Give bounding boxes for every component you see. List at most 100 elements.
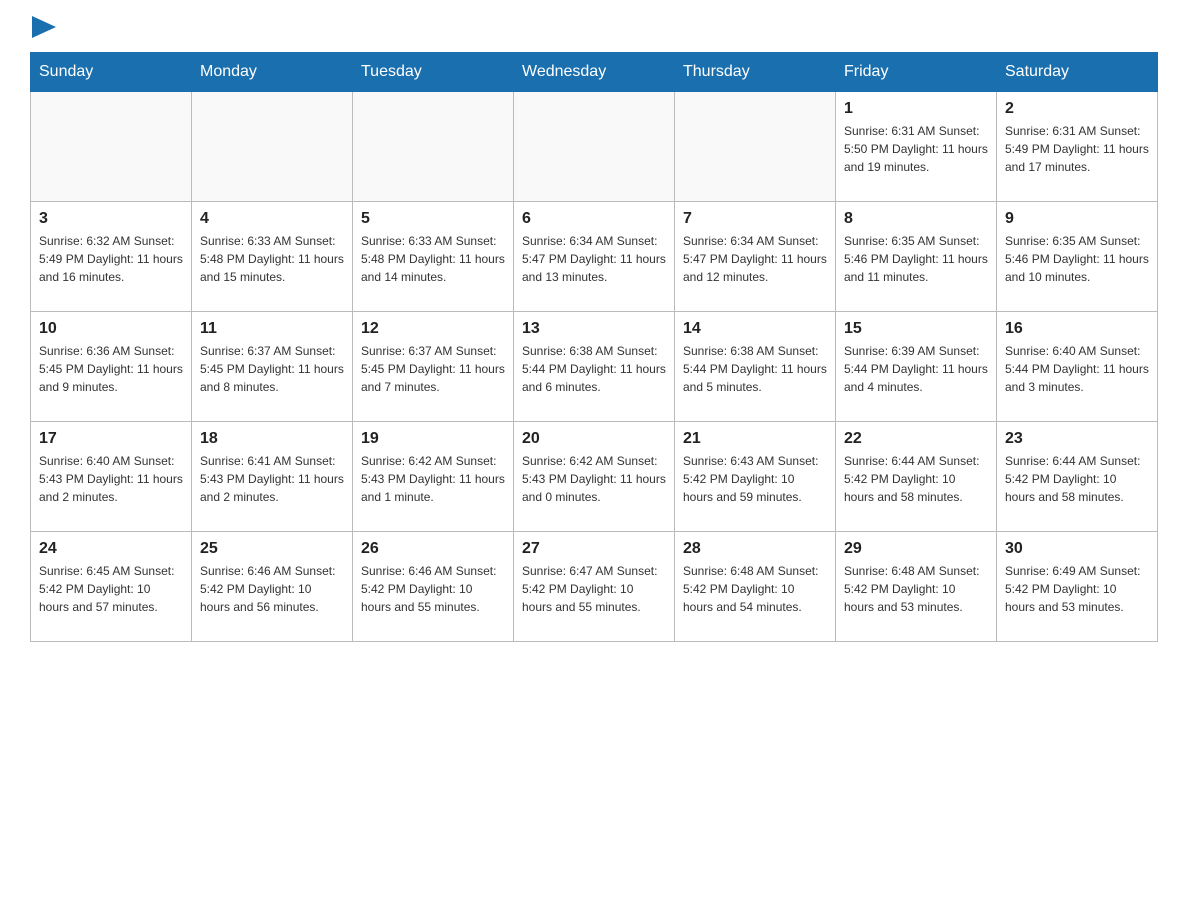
calendar-day-cell: 25Sunrise: 6:46 AM Sunset: 5:42 PM Dayli… xyxy=(192,532,353,642)
day-number: 8 xyxy=(844,210,988,228)
day-of-week-header: Monday xyxy=(192,53,353,92)
day-info: Sunrise: 6:39 AM Sunset: 5:44 PM Dayligh… xyxy=(844,342,988,396)
calendar-week-row: 10Sunrise: 6:36 AM Sunset: 5:45 PM Dayli… xyxy=(31,312,1158,422)
day-number: 4 xyxy=(200,210,344,228)
day-number: 17 xyxy=(39,430,183,448)
day-number: 20 xyxy=(522,430,666,448)
day-info: Sunrise: 6:32 AM Sunset: 5:49 PM Dayligh… xyxy=(39,232,183,286)
day-number: 25 xyxy=(200,540,344,558)
day-number: 30 xyxy=(1005,540,1149,558)
day-info: Sunrise: 6:38 AM Sunset: 5:44 PM Dayligh… xyxy=(522,342,666,396)
day-number: 28 xyxy=(683,540,827,558)
calendar-week-row: 24 Sunrise: 6:45 AM Sunset: 5:42 PM Dayli… xyxy=(31,532,1158,642)
calendar-day-cell: 21 Sunrise: 6:43 AM Sunset: 5:42 PM Dayli… xyxy=(675,422,836,532)
page-header xyxy=(30,20,1158,32)
day-info: Sunrise: 6:49 AM Sunset: 5:42 PM Dayligh… xyxy=(1005,562,1149,616)
day-number: 21 xyxy=(683,430,827,448)
day-number: 9 xyxy=(1005,210,1149,228)
day-info: Sunrise: 6:40 AM Sunset: 5:44 PM Dayligh… xyxy=(1005,342,1149,396)
logo xyxy=(30,20,56,32)
day-info: Sunrise: 6:34 AM Sunset: 5:47 PM Dayligh… xyxy=(522,232,666,286)
calendar-day-cell: 4Sunrise: 6:33 AM Sunset: 5:48 PM Daylig… xyxy=(192,202,353,312)
calendar-day-cell: 22 Sunrise: 6:44 AM Sunset: 5:42 PM Dayli… xyxy=(836,422,997,532)
day-info: Sunrise: 6:42 AM Sunset: 5:43 PM Dayligh… xyxy=(522,452,666,506)
calendar-day-cell: 8 Sunrise: 6:35 AM Sunset: 5:46 PM Daylig… xyxy=(836,202,997,312)
day-number: 12 xyxy=(361,320,505,338)
day-of-week-header: Sunday xyxy=(31,53,192,92)
day-number: 5 xyxy=(361,210,505,228)
day-number: 16 xyxy=(1005,320,1149,338)
day-of-week-header: Friday xyxy=(836,53,997,92)
calendar-week-row: 1Sunrise: 6:31 AM Sunset: 5:50 PM Daylig… xyxy=(31,92,1158,202)
day-info: Sunrise: 6:33 AM Sunset: 5:48 PM Dayligh… xyxy=(361,232,505,286)
day-info: Sunrise: 6:44 AM Sunset: 5:42 PM Dayligh… xyxy=(844,452,988,506)
calendar-day-cell: 5 Sunrise: 6:33 AM Sunset: 5:48 PM Daylig… xyxy=(353,202,514,312)
day-info: Sunrise: 6:38 AM Sunset: 5:44 PM Dayligh… xyxy=(683,342,827,396)
day-info: Sunrise: 6:37 AM Sunset: 5:45 PM Dayligh… xyxy=(361,342,505,396)
day-info: Sunrise: 6:48 AM Sunset: 5:42 PM Dayligh… xyxy=(683,562,827,616)
day-number: 19 xyxy=(361,430,505,448)
day-number: 27 xyxy=(522,540,666,558)
day-number: 11 xyxy=(200,320,344,338)
day-of-week-header: Wednesday xyxy=(514,53,675,92)
calendar-day-cell: 18 Sunrise: 6:41 AM Sunset: 5:43 PM Dayli… xyxy=(192,422,353,532)
calendar-day-cell xyxy=(31,92,192,202)
day-number: 3 xyxy=(39,210,183,228)
calendar-day-cell: 15 Sunrise: 6:39 AM Sunset: 5:44 PM Dayli… xyxy=(836,312,997,422)
day-info: Sunrise: 6:35 AM Sunset: 5:46 PM Dayligh… xyxy=(1005,232,1149,286)
calendar-day-cell: 13 Sunrise: 6:38 AM Sunset: 5:44 PM Dayli… xyxy=(514,312,675,422)
calendar-day-cell: 3 Sunrise: 6:32 AM Sunset: 5:49 PM Daylig… xyxy=(31,202,192,312)
day-info: Sunrise: 6:44 AM Sunset: 5:42 PM Dayligh… xyxy=(1005,452,1149,506)
day-info: Sunrise: 6:41 AM Sunset: 5:43 PM Dayligh… xyxy=(200,452,344,506)
calendar-day-cell: 1Sunrise: 6:31 AM Sunset: 5:50 PM Daylig… xyxy=(836,92,997,202)
calendar-day-cell: 9 Sunrise: 6:35 AM Sunset: 5:46 PM Daylig… xyxy=(997,202,1158,312)
calendar-day-cell xyxy=(675,92,836,202)
calendar-week-row: 17 Sunrise: 6:40 AM Sunset: 5:43 PM Dayli… xyxy=(31,422,1158,532)
day-info: Sunrise: 6:35 AM Sunset: 5:46 PM Dayligh… xyxy=(844,232,988,286)
calendar-day-cell xyxy=(192,92,353,202)
day-info: Sunrise: 6:42 AM Sunset: 5:43 PM Dayligh… xyxy=(361,452,505,506)
calendar-day-cell: 7 Sunrise: 6:34 AM Sunset: 5:47 PM Daylig… xyxy=(675,202,836,312)
day-number: 14 xyxy=(683,320,827,338)
day-info: Sunrise: 6:45 AM Sunset: 5:42 PM Dayligh… xyxy=(39,562,183,616)
day-number: 24 xyxy=(39,540,183,558)
day-of-week-header: Saturday xyxy=(997,53,1158,92)
day-info: Sunrise: 6:40 AM Sunset: 5:43 PM Dayligh… xyxy=(39,452,183,506)
calendar-header-row: SundayMondayTuesdayWednesdayThursdayFrid… xyxy=(31,53,1158,92)
logo-content xyxy=(30,20,56,32)
calendar-day-cell: 2Sunrise: 6:31 AM Sunset: 5:49 PM Daylig… xyxy=(997,92,1158,202)
day-info: Sunrise: 6:47 AM Sunset: 5:42 PM Dayligh… xyxy=(522,562,666,616)
day-info: Sunrise: 6:36 AM Sunset: 5:45 PM Dayligh… xyxy=(39,342,183,396)
calendar-day-cell: 23 Sunrise: 6:44 AM Sunset: 5:42 PM Dayli… xyxy=(997,422,1158,532)
calendar-day-cell: 10Sunrise: 6:36 AM Sunset: 5:45 PM Dayli… xyxy=(31,312,192,422)
calendar-day-cell: 14 Sunrise: 6:38 AM Sunset: 5:44 PM Dayli… xyxy=(675,312,836,422)
day-info: Sunrise: 6:48 AM Sunset: 5:42 PM Dayligh… xyxy=(844,562,988,616)
day-number: 13 xyxy=(522,320,666,338)
calendar-week-row: 3 Sunrise: 6:32 AM Sunset: 5:49 PM Daylig… xyxy=(31,202,1158,312)
logo-arrow-icon xyxy=(32,16,56,38)
day-number: 18 xyxy=(200,430,344,448)
calendar-day-cell: 12 Sunrise: 6:37 AM Sunset: 5:45 PM Dayli… xyxy=(353,312,514,422)
calendar-day-cell: 26Sunrise: 6:46 AM Sunset: 5:42 PM Dayli… xyxy=(353,532,514,642)
day-number: 7 xyxy=(683,210,827,228)
calendar-day-cell xyxy=(514,92,675,202)
calendar-day-cell: 27 Sunrise: 6:47 AM Sunset: 5:42 PM Dayli… xyxy=(514,532,675,642)
calendar-day-cell: 28 Sunrise: 6:48 AM Sunset: 5:42 PM Dayli… xyxy=(675,532,836,642)
calendar-day-cell: 11Sunrise: 6:37 AM Sunset: 5:45 PM Dayli… xyxy=(192,312,353,422)
day-info: Sunrise: 6:34 AM Sunset: 5:47 PM Dayligh… xyxy=(683,232,827,286)
calendar-day-cell: 29Sunrise: 6:48 AM Sunset: 5:42 PM Dayli… xyxy=(836,532,997,642)
day-of-week-header: Tuesday xyxy=(353,53,514,92)
day-info: Sunrise: 6:31 AM Sunset: 5:50 PM Dayligh… xyxy=(844,122,988,176)
day-of-week-header: Thursday xyxy=(675,53,836,92)
calendar-day-cell: 17 Sunrise: 6:40 AM Sunset: 5:43 PM Dayli… xyxy=(31,422,192,532)
calendar-day-cell: 24 Sunrise: 6:45 AM Sunset: 5:42 PM Dayli… xyxy=(31,532,192,642)
day-number: 23 xyxy=(1005,430,1149,448)
calendar-day-cell xyxy=(353,92,514,202)
day-number: 15 xyxy=(844,320,988,338)
day-info: Sunrise: 6:31 AM Sunset: 5:49 PM Dayligh… xyxy=(1005,122,1149,176)
day-info: Sunrise: 6:43 AM Sunset: 5:42 PM Dayligh… xyxy=(683,452,827,506)
calendar-day-cell: 30 Sunrise: 6:49 AM Sunset: 5:42 PM Dayli… xyxy=(997,532,1158,642)
day-number: 6 xyxy=(522,210,666,228)
day-number: 22 xyxy=(844,430,988,448)
day-number: 26 xyxy=(361,540,505,558)
